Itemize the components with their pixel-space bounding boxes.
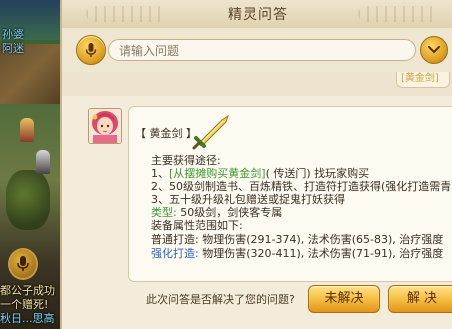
resolved-question-text: 此次问答是否解决了您的问题?: [146, 293, 295, 306]
normal-craft-label: 普通打造:: [151, 233, 199, 246]
sword-icon: [192, 114, 229, 150]
answer-bubble: 【 黄金剑 】 主要获得途径: 1、[从摆摊购买黄金剑]( 传送门) 找玩家购买…: [128, 106, 452, 282]
world-voice-button[interactable]: [8, 248, 38, 280]
world-chat-line: 秋日...思高: [0, 312, 55, 325]
chat-history: [黄金剑]: [62, 72, 452, 96]
dialog-title: 精灵问答: [228, 7, 288, 23]
previous-question-bubble[interactable]: [黄金剑]: [396, 72, 450, 88]
normal-craft-value: 物理伤害(291-374), 法术伤害(65-83), 治疗强度: [202, 233, 444, 246]
world-chat-line: 一个赠死!: [0, 298, 49, 311]
strong-craft-label: 强化打造:: [151, 247, 199, 260]
game-world-background: 孙婆 阿迷 都公子成功 一个赠死! 秋日...思高: [0, 0, 60, 329]
acquire-way-3: 3、五十级升级礼包赠送或捉鬼打妖获得: [151, 193, 345, 206]
unsolved-button[interactable]: 未解决: [308, 285, 380, 313]
item-type: 类型: 50级剑，剑侠客专属: [151, 206, 282, 219]
buy-from-stall-link[interactable]: [从摆摊购买黄金剑]: [169, 167, 266, 180]
dialog-titlebar: 精灵问答: [62, 0, 452, 29]
world-tree: [6, 170, 50, 230]
section-attributes-title: 装备属性范围如下:: [151, 219, 243, 232]
section-acquire-title: 主要获得途径:: [151, 154, 221, 167]
world-character: [36, 150, 50, 174]
microphone-icon: [17, 256, 29, 271]
world-name-label: 孙婆: [2, 28, 24, 41]
acquire-way-2: 2、50级剑制造书、百炼精铁、打造符打造获得(强化打造需青: [151, 180, 452, 193]
world-chat-line: 都公子成功: [0, 284, 55, 297]
microphone-icon: [85, 42, 97, 57]
history-dropdown-button[interactable]: [420, 36, 448, 64]
acquire-way-1: 1、[从摆摊购买黄金剑]( 传送门) 找玩家购买: [151, 167, 369, 180]
question-input[interactable]: 请输入问题: [108, 39, 416, 61]
spirit-avatar: [88, 108, 122, 144]
normal-craft-row: 普通打造: 物理伤害(291-374), 法术伤害(65-83), 治疗强度: [151, 233, 443, 246]
type-label: 类型:: [151, 206, 177, 219]
way-suffix: ( 传送门) 找玩家购买: [265, 167, 370, 180]
strong-craft-value: 物理伤害(320-411), 法术伤害(71-91), 治疗强度: [202, 247, 444, 260]
avatar-portrait: [89, 109, 121, 143]
search-row: 请输入问题: [62, 28, 452, 72]
world-name-label: 阿迷: [2, 42, 24, 55]
strong-craft-row: 强化打造: 物理伤害(320-411), 法术伤害(71-91), 治疗强度: [151, 247, 443, 260]
type-value: 50级剑，剑侠客专属: [180, 206, 283, 219]
voice-input-button[interactable]: [76, 35, 106, 65]
chevron-down-icon: [428, 46, 440, 54]
way-number: 1、: [151, 167, 169, 180]
spirit-qa-dialog: 精灵问答 请输入问题 [黄金剑] 【 黄金剑 】 主要获得途径: 1、[从摆摊购…: [60, 0, 452, 329]
answer-heading: 【 黄金剑 】: [135, 127, 197, 140]
solved-button[interactable]: 解 决: [388, 285, 452, 313]
world-character: [20, 118, 34, 142]
